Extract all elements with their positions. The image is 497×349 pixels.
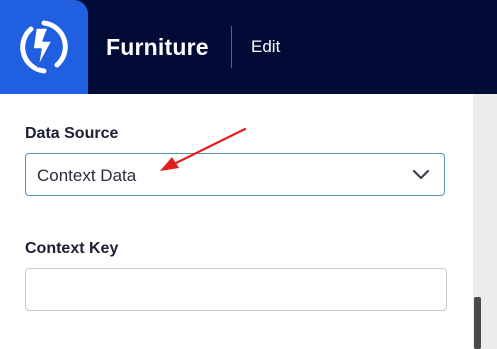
context-key-label: Context Key bbox=[25, 240, 119, 257]
context-key-input[interactable] bbox=[25, 268, 447, 311]
app-logo[interactable] bbox=[0, 0, 88, 94]
lightning-bolt-icon bbox=[20, 20, 68, 74]
data-source-value: Context Data bbox=[37, 166, 137, 185]
header-bar: Furniture Edit bbox=[0, 0, 497, 94]
data-source-label: Data Source bbox=[25, 125, 119, 142]
scrollbar-thumb[interactable] bbox=[474, 297, 481, 349]
header-divider bbox=[231, 26, 232, 68]
page-title: Furniture bbox=[106, 34, 209, 60]
chevron-down-icon bbox=[412, 169, 430, 180]
data-source-select[interactable]: Context Data bbox=[25, 153, 445, 196]
edit-link[interactable]: Edit bbox=[251, 36, 280, 58]
app-window: Furniture Edit Data Source Context Data … bbox=[0, 0, 497, 349]
